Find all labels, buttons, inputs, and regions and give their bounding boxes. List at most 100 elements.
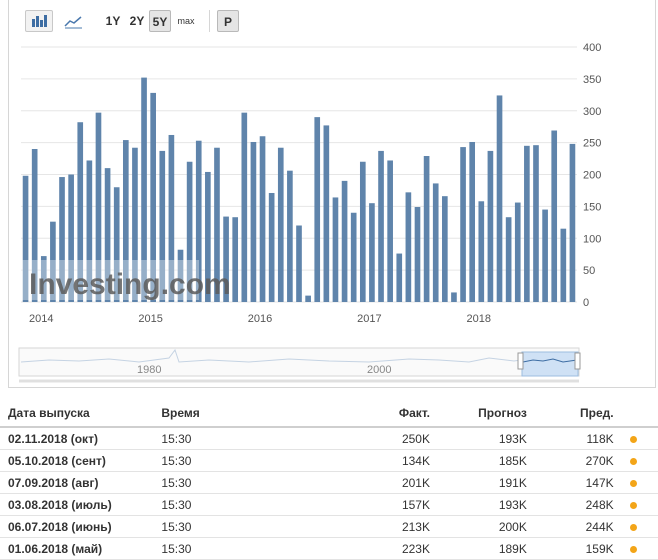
bar[interactable] <box>250 141 257 302</box>
watermark-text: Investing.com <box>29 268 231 301</box>
bar[interactable] <box>469 141 476 302</box>
row-time: 15:30 <box>153 471 362 494</box>
bar[interactable] <box>560 228 567 302</box>
bar[interactable] <box>232 217 239 302</box>
y-tick-label: 400 <box>583 42 601 54</box>
row-forecast: 200K <box>437 515 535 538</box>
row-actual: 213K <box>361 515 438 538</box>
navigator[interactable]: 1980 2000 <box>18 347 581 383</box>
row-status <box>621 493 658 516</box>
bar[interactable] <box>505 217 512 302</box>
navigator-handle-left[interactable] <box>517 352 524 370</box>
bar[interactable] <box>405 192 412 302</box>
bar[interactable] <box>359 161 366 302</box>
bar[interactable] <box>432 183 439 302</box>
row-status <box>621 427 658 450</box>
column-header-previous[interactable]: Пред. <box>534 400 622 428</box>
row-previous: 159K <box>534 537 622 560</box>
row-status <box>621 515 658 538</box>
importance-dot-icon <box>629 545 637 553</box>
row-forecast: 185K <box>437 449 535 472</box>
bar[interactable] <box>314 117 321 302</box>
importance-dot-icon <box>629 523 637 531</box>
bar[interactable] <box>296 225 302 303</box>
bar[interactable] <box>268 192 275 302</box>
bar[interactable] <box>396 253 403 302</box>
column-header-date[interactable]: Дата выпуска <box>0 400 154 428</box>
bar[interactable] <box>551 130 558 302</box>
row-time: 15:30 <box>153 515 362 538</box>
row-status <box>621 471 658 494</box>
importance-dot-icon <box>629 457 637 465</box>
bar[interactable] <box>287 170 293 302</box>
row-time: 15:30 <box>153 427 362 450</box>
bar[interactable] <box>277 147 284 302</box>
navigator-label: 2000 <box>367 364 391 376</box>
bar[interactable] <box>369 203 375 302</box>
y-tick-label: 200 <box>583 170 601 182</box>
importance-dot-icon <box>629 501 637 509</box>
row-previous: 118K <box>534 427 622 450</box>
row-actual: 250K <box>361 427 438 450</box>
bar[interactable] <box>514 202 521 302</box>
row-date: 05.10.2018 (сент) <box>0 449 154 472</box>
chart-panel: 1Y 2Y 5Y max P 0 50 100 150 200 250 300 350 400 … <box>8 0 656 388</box>
row-actual: 223K <box>361 537 438 560</box>
row-date: 07.09.2018 (авг) <box>0 471 154 494</box>
row-actual: 134K <box>361 449 438 472</box>
y-tick-label: 0 <box>583 297 589 309</box>
navigator-handle-right[interactable] <box>574 352 581 370</box>
row-previous: 147K <box>534 471 622 494</box>
bar[interactable] <box>323 125 330 302</box>
row-previous: 244K <box>534 515 622 538</box>
y-tick-label: 50 <box>583 265 595 277</box>
bar[interactable] <box>487 150 494 302</box>
row-actual: 201K <box>361 471 438 494</box>
row-date: 01.06.2018 (май) <box>0 537 154 560</box>
row-forecast: 193K <box>437 493 535 516</box>
bar[interactable] <box>387 160 393 302</box>
table-row: 06.07.2018 (июнь) 15:30 213K 200K 244K <box>0 515 658 538</box>
bar[interactable] <box>259 136 266 302</box>
table-row: 03.08.2018 (июль) 15:30 157K 193K 248K <box>0 493 658 516</box>
bar[interactable] <box>241 112 248 302</box>
bar[interactable] <box>423 156 430 302</box>
y-tick-label: 300 <box>583 106 601 118</box>
x-tick-label: 2016 <box>248 313 272 325</box>
importance-dot-icon <box>629 479 637 487</box>
bar[interactable] <box>414 207 421 302</box>
importance-dot-icon <box>629 435 637 443</box>
x-tick-label: 2017 <box>357 313 381 325</box>
column-header-spacer <box>621 400 658 428</box>
row-date: 03.08.2018 (июль) <box>0 493 154 516</box>
row-time: 15:30 <box>153 449 362 472</box>
table-row: 05.10.2018 (сент) 15:30 134K 185K 270K <box>0 449 658 472</box>
row-actual: 157K <box>361 493 438 516</box>
column-header-actual[interactable]: Факт. <box>361 400 438 428</box>
bar[interactable] <box>542 209 548 302</box>
bar[interactable] <box>305 295 311 302</box>
column-header-forecast[interactable]: Прогноз <box>437 400 535 428</box>
bar[interactable] <box>451 292 457 302</box>
bar[interactable] <box>341 180 348 302</box>
bar[interactable] <box>569 143 576 302</box>
x-tick-label: 2018 <box>467 313 491 325</box>
table-row: 02.11.2018 (окт) 15:30 250K 193K 118K <box>0 427 658 450</box>
row-date: 02.11.2018 (окт) <box>0 427 154 450</box>
bar[interactable] <box>350 212 357 302</box>
row-status <box>621 449 658 472</box>
bar[interactable] <box>524 145 530 302</box>
bar[interactable] <box>533 145 539 302</box>
y-tick-label: 350 <box>583 74 601 86</box>
bar[interactable] <box>378 150 384 302</box>
table-row: 01.06.2018 (май) 15:30 223K 189K 159K <box>0 537 658 560</box>
y-tick-label: 100 <box>583 233 601 245</box>
bar[interactable] <box>496 95 503 302</box>
bar[interactable] <box>332 197 339 302</box>
bar[interactable] <box>478 201 485 302</box>
column-header-time[interactable]: Время <box>153 400 362 428</box>
bar[interactable] <box>460 147 466 302</box>
x-tick-label: 2014 <box>29 313 53 325</box>
bar[interactable] <box>442 196 448 302</box>
navigator-label: 1980 <box>137 364 161 376</box>
